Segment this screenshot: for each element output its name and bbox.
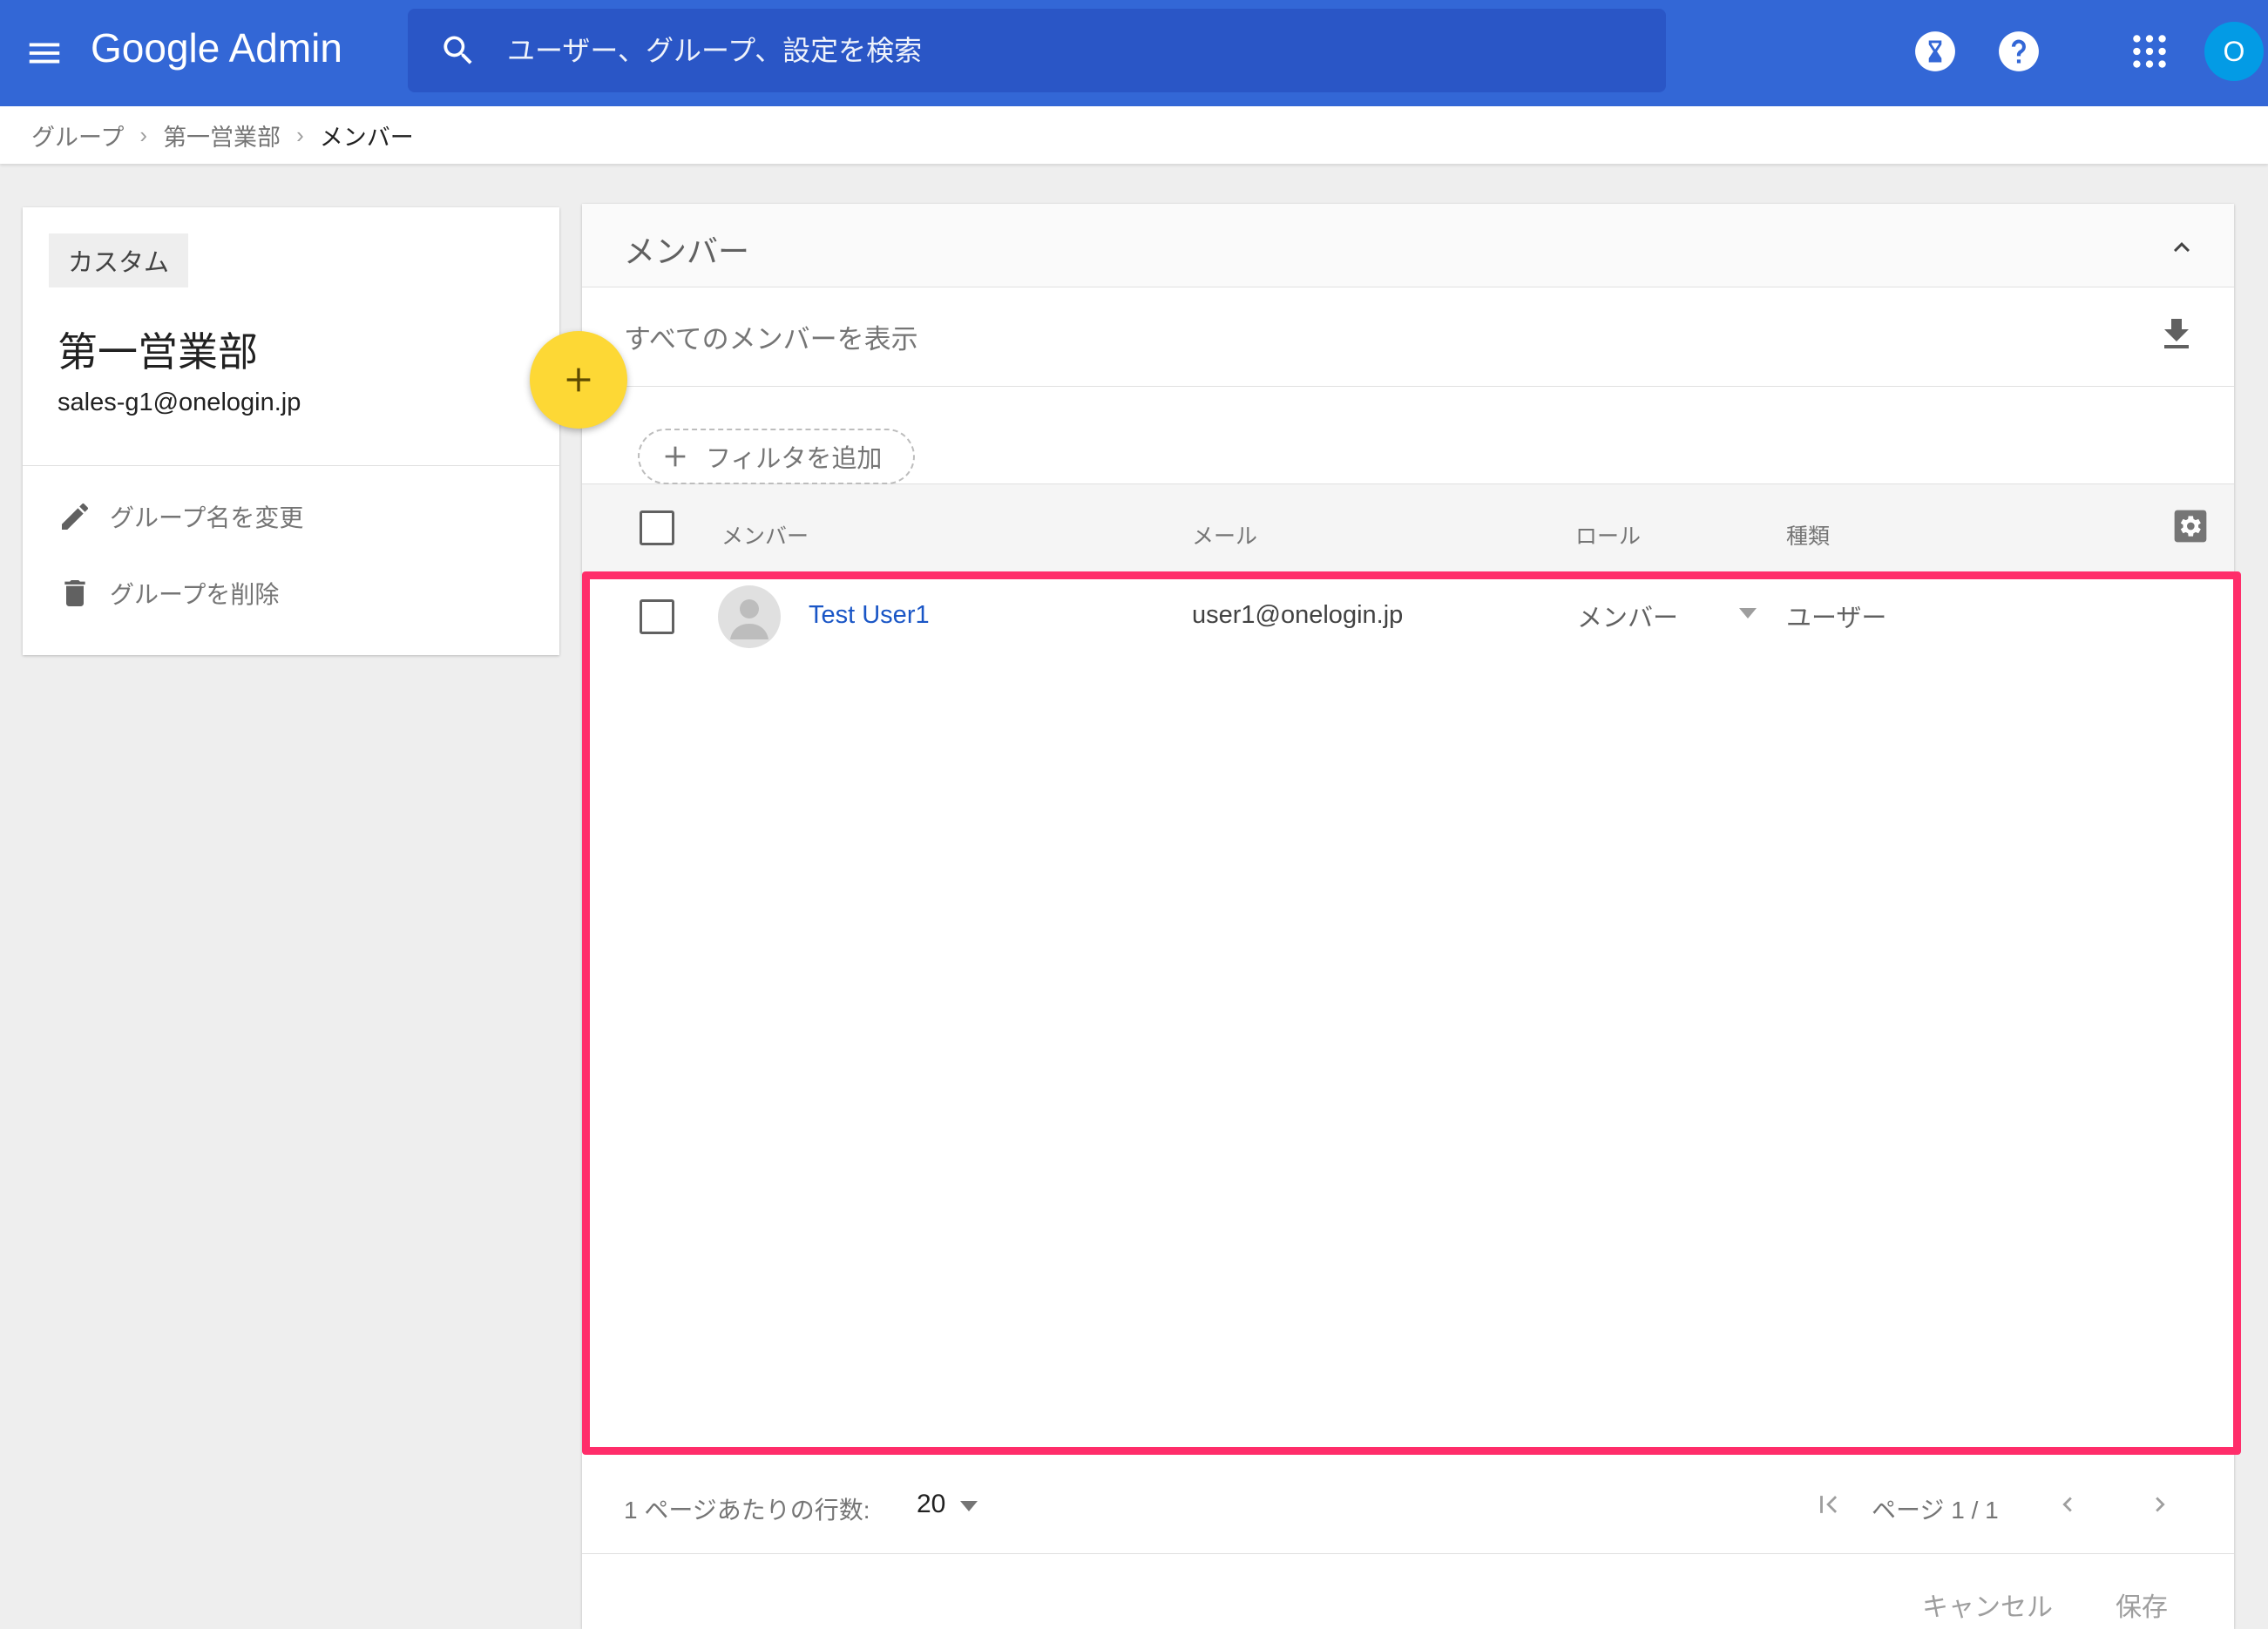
trash-icon <box>64 580 85 606</box>
group-name: 第一営業部 <box>58 329 258 375</box>
breadcrumb-groups[interactable]: グループ <box>31 118 124 152</box>
previous-page-icon[interactable] <box>2053 1490 2082 1519</box>
member-name-link[interactable]: Test User1 <box>809 601 930 630</box>
first-page-icon[interactable] <box>1814 1490 1844 1519</box>
rows-per-page-label: 1 ページあたりの行数: <box>624 1497 870 1524</box>
plus-icon <box>566 368 591 392</box>
rows-per-page-select[interactable]: 20 <box>917 1490 945 1519</box>
breadcrumb: グループ › 第一営業部 › メンバー <box>0 106 2268 164</box>
add-member-button[interactable] <box>530 331 627 429</box>
show-all-members-row: すべてのメンバーを表示 <box>582 287 2234 387</box>
group-type-chip: カスタム <box>49 233 189 287</box>
person-icon <box>730 599 768 639</box>
help-icon[interactable] <box>1997 30 2041 73</box>
group-email: sales-g1@onelogin.jp <box>58 389 301 416</box>
divider <box>23 465 559 466</box>
download-icon[interactable] <box>2156 314 2197 355</box>
select-all-checkbox[interactable] <box>640 510 674 545</box>
app-logo[interactable]: Google Admin <box>91 24 342 71</box>
breadcrumb-group[interactable]: 第一営業部 <box>163 118 281 152</box>
search-icon[interactable] <box>439 31 477 70</box>
chevron-right-icon: › <box>139 121 148 148</box>
hourglass-icon[interactable] <box>1913 30 1957 73</box>
search-input[interactable] <box>505 9 1638 92</box>
pencil-icon <box>62 503 88 530</box>
column-header-email[interactable]: メール <box>1192 519 1257 551</box>
column-header-role[interactable]: ロール <box>1575 519 1641 551</box>
table-header: メンバー メール ロール 種類 <box>582 484 2234 573</box>
page-indicator: ページ 1 / 1 <box>1872 1497 1999 1524</box>
save-button[interactable]: 保存 <box>2116 1585 2168 1624</box>
add-filter-label: フィルタを追加 <box>706 445 883 473</box>
column-header-member[interactable]: メンバー <box>721 519 809 551</box>
search-bar <box>408 9 1666 92</box>
delete-group-action[interactable]: グループを削除 <box>58 571 279 615</box>
caret-down-icon[interactable] <box>958 1500 979 1512</box>
show-all-members-label: すべてのメンバーを表示 <box>624 324 918 355</box>
chevron-up-icon[interactable] <box>2166 232 2197 263</box>
members-card-header[interactable]: メンバー <box>582 204 2234 287</box>
table-row[interactable]: Test User1 user1@onelogin.jp メンバー ユーザー <box>582 573 2234 669</box>
rename-group-label: グループ名を変更 <box>110 504 304 531</box>
members-card: メンバー すべてのメンバーを表示 フィルタを追加 メンバー メール ロール 種類… <box>582 204 2234 1629</box>
delete-group-label: グループを削除 <box>110 581 280 608</box>
breadcrumb-current: メンバー <box>319 124 414 151</box>
caret-down-icon[interactable] <box>1737 606 1758 620</box>
apps-grid-icon[interactable] <box>2128 30 2171 73</box>
top-app-bar: Google Admin O <box>0 0 2268 106</box>
pagination-bar: 1 ページあたりの行数: 20 ページ 1 / 1 <box>582 1455 2234 1554</box>
account-avatar[interactable]: O <box>2204 22 2264 81</box>
gear-icon[interactable] <box>2173 509 2208 544</box>
next-page-icon[interactable] <box>2145 1490 2175 1519</box>
member-email: user1@onelogin.jp <box>1192 601 1404 629</box>
row-checkbox[interactable] <box>640 599 674 634</box>
menu-icon[interactable] <box>24 33 64 73</box>
add-filter-button[interactable]: フィルタを追加 <box>638 429 915 484</box>
chevron-right-icon: › <box>296 121 304 148</box>
cancel-button[interactable]: キャンセル <box>1922 1585 2053 1624</box>
members-card-title: メンバー <box>624 233 750 269</box>
rename-group-action[interactable]: グループ名を変更 <box>58 495 303 538</box>
member-avatar <box>718 585 781 648</box>
column-header-type[interactable]: 種類 <box>1786 519 1830 551</box>
member-type: ユーザー <box>1786 605 1887 632</box>
plus-icon <box>665 446 686 467</box>
group-info-card: カスタム 第一営業部 sales-g1@onelogin.jp グループ名を変更… <box>23 207 559 655</box>
member-role-select[interactable]: メンバー <box>1577 598 1678 634</box>
